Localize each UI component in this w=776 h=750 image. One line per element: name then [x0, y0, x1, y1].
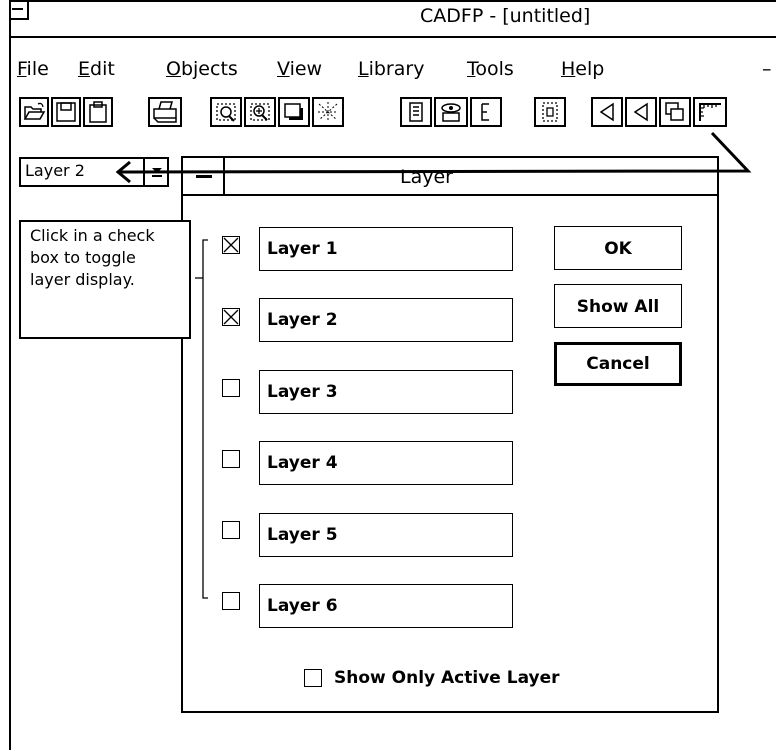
layer-5-name-field[interactable]: Layer 5 [259, 513, 513, 557]
check-x-icon [223, 237, 239, 253]
ruler-icon[interactable] [693, 97, 727, 127]
layer-2-checkbox[interactable] [222, 308, 240, 326]
layer-5-checkbox[interactable] [222, 521, 240, 539]
menu-view[interactable]: View [277, 58, 322, 80]
cancel-button[interactable]: Cancel [554, 342, 682, 386]
frame-icon[interactable] [534, 97, 566, 127]
menu-tools[interactable]: Tools [467, 58, 514, 80]
dialog-system-menu-icon[interactable] [181, 156, 225, 196]
system-menu-icon[interactable] [9, 0, 29, 20]
ok-button[interactable]: OK [554, 226, 682, 270]
layer-2-name-field[interactable]: Layer 2 [259, 298, 513, 342]
menu-edit[interactable]: Edit [78, 58, 115, 80]
overlap-icon[interactable] [659, 97, 691, 127]
layer-4-checkbox[interactable] [222, 450, 240, 468]
open-icon[interactable] [19, 97, 49, 127]
layer-1-checkbox[interactable] [222, 236, 240, 254]
window-title: CADFP - [untitled] [420, 5, 591, 27]
layer-3-name-field[interactable]: Layer 3 [259, 370, 513, 414]
check-x-icon [223, 309, 239, 325]
properties-icon[interactable] [400, 97, 432, 127]
grid-select-icon[interactable] [312, 97, 344, 127]
show-all-button[interactable]: Show All [554, 284, 682, 328]
clipboard-icon[interactable] [83, 97, 113, 127]
triangle-left-icon[interactable] [591, 97, 623, 127]
view-icon[interactable] [434, 97, 468, 127]
layer-1-name-field[interactable]: Layer 1 [259, 227, 513, 271]
text-icon[interactable] [470, 97, 502, 127]
help-callout-line: layer display. [30, 270, 135, 289]
shadow-icon[interactable] [278, 97, 310, 127]
help-callout-line: Click in a check [30, 226, 155, 245]
triangle-left-icon[interactable] [625, 97, 657, 127]
layer-6-checkbox[interactable] [222, 592, 240, 610]
menu-file[interactable]: File [17, 58, 49, 80]
help-callout-line: box to toggle [30, 248, 136, 267]
save-icon[interactable] [51, 97, 81, 127]
layer-selector-value: Layer 2 [25, 161, 85, 180]
zoom-fit-icon[interactable] [244, 97, 276, 127]
dropdown-button[interactable] [143, 157, 169, 187]
menu-objects[interactable]: Objects [166, 58, 238, 80]
layer-6-name-field[interactable]: Layer 6 [259, 584, 513, 628]
print-icon[interactable] [148, 97, 182, 127]
dialog-title: Layer [400, 166, 453, 188]
show-only-active-label: Show Only Active Layer [334, 668, 560, 688]
menu-overflow: – [762, 58, 772, 80]
layer-4-name-field[interactable]: Layer 4 [259, 441, 513, 485]
zoom-window-icon[interactable] [210, 97, 242, 127]
layer-3-checkbox[interactable] [222, 379, 240, 397]
chevron-down-icon [152, 168, 162, 177]
callout-bracket [195, 239, 208, 599]
menu-help[interactable]: Help [561, 58, 604, 80]
menu-library[interactable]: Library [358, 58, 424, 80]
show-only-active-checkbox[interactable] [304, 669, 322, 687]
